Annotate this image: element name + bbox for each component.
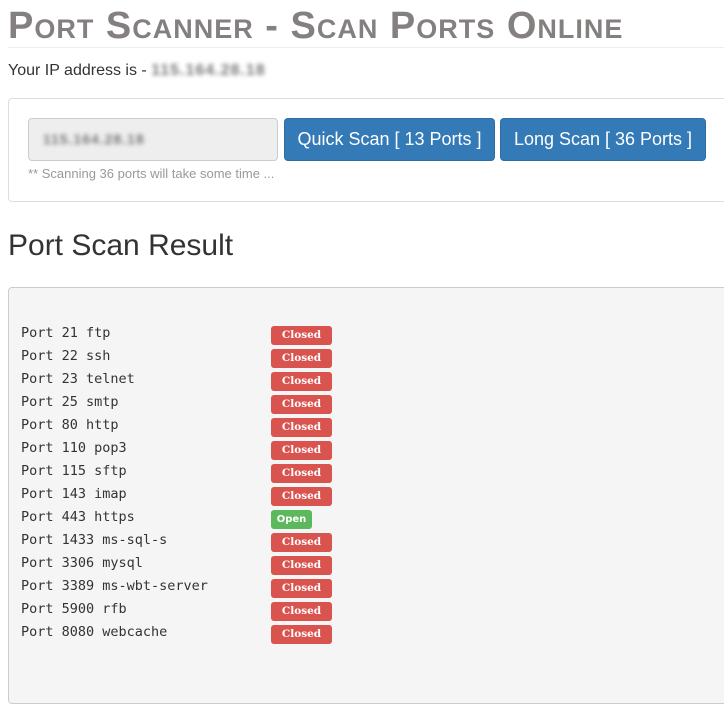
status-badge: Closed (271, 418, 332, 437)
status-badge: Closed (271, 326, 332, 345)
port-label: Port 21 ftp (21, 325, 111, 341)
port-label: Port 3389 ms-wbt-server (21, 578, 208, 594)
result-title: Port Scan Result (8, 229, 234, 262)
status-badge: Closed (271, 533, 332, 552)
status-badge: Open (271, 510, 312, 529)
status-badge: Closed (271, 487, 332, 506)
port-label: Port 23 telnet (21, 371, 135, 387)
port-row: Port 443 https Open (21, 508, 421, 531)
port-label: Port 22 ssh (21, 348, 111, 364)
port-row: Port 3306 mysql Closed (21, 554, 421, 577)
port-label: Port 25 smtp (21, 394, 119, 410)
port-label: Port 143 imap (21, 486, 127, 502)
quick-scan-button[interactable]: Quick Scan [ 13 Ports ] (284, 118, 495, 161)
title-divider (8, 47, 724, 48)
port-row: Port 8080 webcache Closed (21, 623, 421, 646)
status-badge: Closed (271, 349, 332, 368)
port-row: Port 3389 ms-wbt-server Closed (21, 577, 421, 600)
port-row: Port 143 imap Closed (21, 485, 421, 508)
port-label: Port 5900 rfb (21, 601, 127, 617)
ip-label: Your IP address is - (8, 62, 152, 79)
port-label: Port 110 pop3 (21, 440, 127, 456)
ip-input-value: 115.164.28.18 (43, 131, 145, 147)
status-badge: Closed (271, 441, 332, 460)
port-label: Port 115 sftp (21, 463, 127, 479)
status-badge: Closed (271, 395, 332, 414)
page-title: Port Scanner - Scan Ports Online (8, 5, 624, 47)
ip-address-value: 115.164.28.18 (151, 62, 266, 79)
port-label: Port 8080 webcache (21, 624, 168, 640)
page: Port Scanner - Scan Ports Online Your IP… (0, 0, 724, 717)
ip-input[interactable]: 115.164.28.18 (28, 118, 278, 161)
status-badge: Closed (271, 625, 332, 644)
port-list: Port 21 ftp Closed Port 22 ssh Closed Port… (21, 324, 421, 646)
scan-note: ** Scanning 36 ports will take some time… (28, 166, 275, 181)
port-label: Port 1433 ms-sql-s (21, 532, 168, 548)
port-row: Port 110 pop3 Closed (21, 439, 421, 462)
port-row: Port 21 ftp Closed (21, 324, 421, 347)
scan-form-panel: 115.164.28.18 Quick Scan [ 13 Ports ] Lo… (8, 98, 724, 202)
status-badge: Closed (271, 464, 332, 483)
status-badge: Closed (271, 602, 332, 621)
port-row: Port 5900 rfb Closed (21, 600, 421, 623)
port-row: Port 23 telnet Closed (21, 370, 421, 393)
status-badge: Closed (271, 556, 332, 575)
port-row: Port 25 smtp Closed (21, 393, 421, 416)
long-scan-button[interactable]: Long Scan [ 36 Ports ] (500, 118, 706, 161)
port-label: Port 3306 mysql (21, 555, 143, 571)
port-row: Port 22 ssh Closed (21, 347, 421, 370)
port-row: Port 1433 ms-sql-s Closed (21, 531, 421, 554)
port-row: Port 80 http Closed (21, 416, 421, 439)
ip-address-line: Your IP address is - 115.164.28.18 (8, 62, 266, 80)
status-badge: Closed (271, 372, 332, 391)
port-row: Port 115 sftp Closed (21, 462, 421, 485)
status-badge: Closed (271, 579, 332, 598)
result-panel: Port 21 ftp Closed Port 22 ssh Closed Port… (8, 287, 724, 704)
port-label: Port 80 http (21, 417, 119, 433)
port-label: Port 443 https (21, 509, 135, 525)
